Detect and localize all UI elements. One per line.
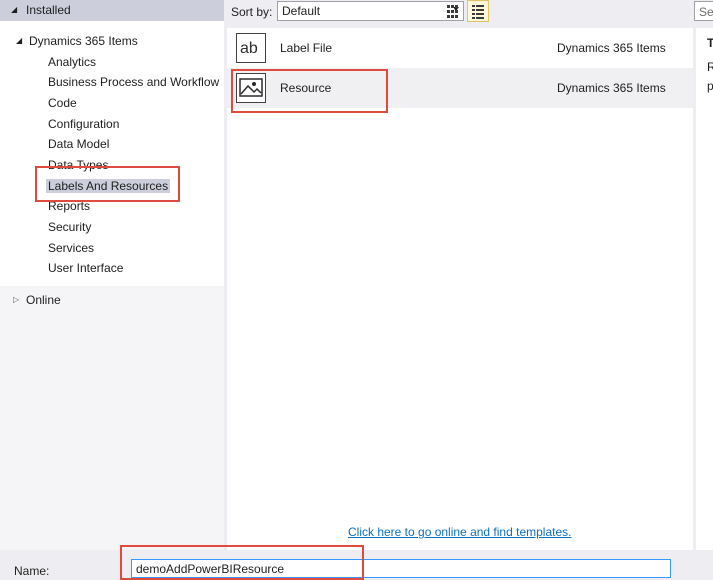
- tree-item-security[interactable]: Security: [48, 217, 91, 237]
- tree-item-code[interactable]: Code: [48, 93, 77, 113]
- sort-by-value: Default: [282, 4, 321, 18]
- installed-label: Installed: [26, 3, 71, 17]
- tree-item-configuration[interactable]: Configuration: [48, 114, 119, 134]
- search-input[interactable]: Se: [694, 1, 713, 21]
- label-file-icon: ab: [236, 33, 266, 63]
- tree-item-data-model[interactable]: Data Model: [48, 134, 109, 154]
- template-tree-pane: ◢ Installed ◢ Dynamics 365 Items Analyti…: [0, 0, 224, 550]
- labels-resources-highlight: [35, 166, 180, 202]
- tree-root-label: Dynamics 365 Items: [29, 34, 138, 48]
- sort-by-dropdown[interactable]: Default: [277, 1, 464, 21]
- installed-tree: ◢ Dynamics 365 Items Analytics Business …: [0, 21, 224, 286]
- expand-triangle-icon[interactable]: ▷: [13, 290, 19, 310]
- tree-item-analytics[interactable]: Analytics: [48, 52, 96, 72]
- details-title: T: [707, 36, 713, 50]
- find-templates-online-link[interactable]: Click here to go online and find templat…: [348, 525, 571, 539]
- collapse-triangle-icon[interactable]: ◢: [11, 5, 17, 14]
- online-label: Online: [26, 293, 61, 307]
- search-placeholder: Se: [699, 5, 713, 19]
- name-field-highlight: [120, 545, 364, 580]
- installed-header[interactable]: ◢ Installed: [0, 0, 224, 21]
- template-details-pane: T R p: [696, 28, 713, 550]
- small-icons-view-button[interactable]: [441, 0, 463, 22]
- template-name: Label File: [280, 41, 333, 55]
- label-file-icon-text: ab: [240, 40, 258, 57]
- template-item-label-file[interactable]: ab Label File Dynamics 365 Items: [227, 28, 693, 68]
- details-text-line: p: [707, 79, 713, 93]
- tree-item-user-interface[interactable]: User Interface: [48, 258, 123, 278]
- details-text-line: R: [707, 60, 713, 74]
- list-view-button[interactable]: [467, 0, 489, 22]
- tree-item-services[interactable]: Services: [48, 238, 94, 258]
- sort-by-label: Sort by:: [231, 5, 273, 19]
- resource-template-highlight: [231, 69, 388, 113]
- sort-toolbar: Sort by: Default: [227, 0, 693, 24]
- expand-triangle-icon[interactable]: ◢: [16, 31, 22, 51]
- name-label: Name:: [14, 564, 50, 578]
- template-category: Dynamics 365 Items: [557, 41, 666, 55]
- grid-view-icon: [447, 5, 458, 18]
- template-category: Dynamics 365 Items: [557, 81, 666, 95]
- list-view-icon: [472, 5, 484, 19]
- tree-item-business-process[interactable]: Business Process and Workflow: [48, 72, 219, 92]
